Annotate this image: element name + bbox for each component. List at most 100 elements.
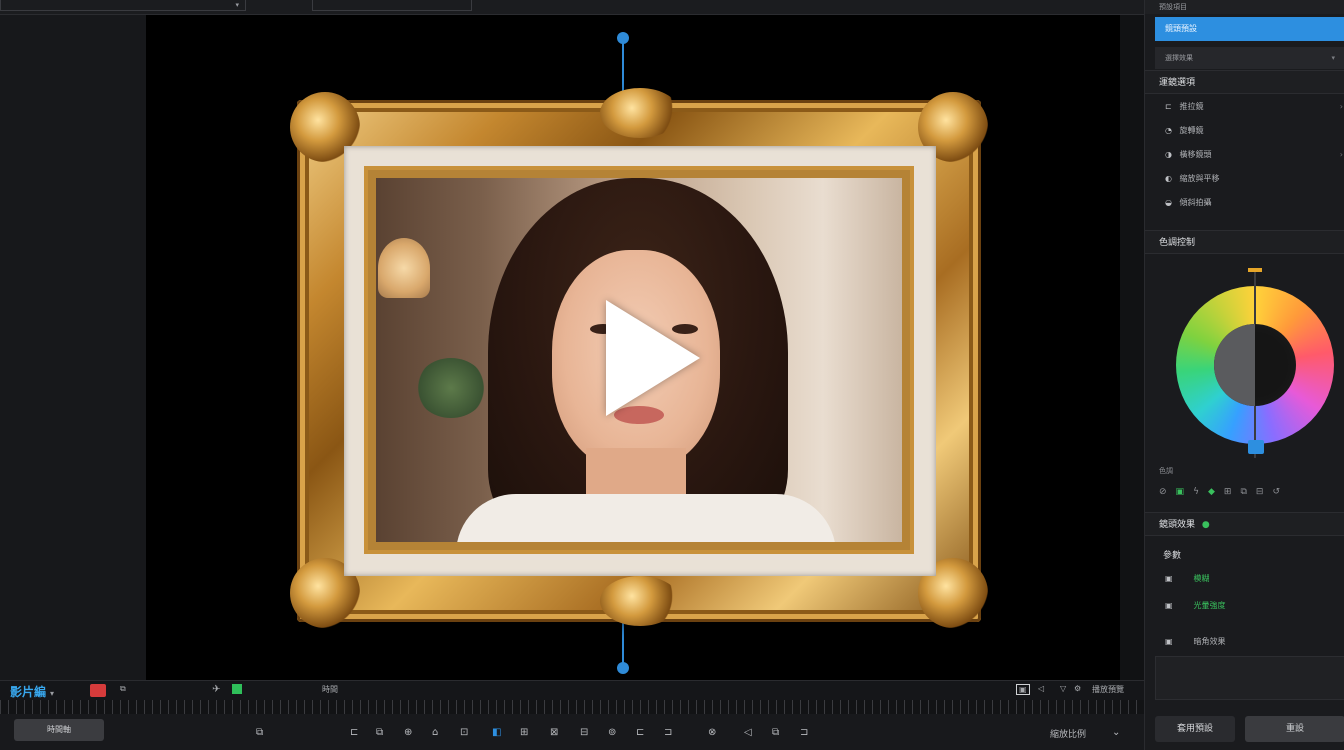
blade-icon[interactable]: ⊞ — [520, 727, 528, 738]
export-icon[interactable]: ⊐ — [800, 727, 808, 738]
camera-option-row[interactable]: ◔ 旋轉鏡 — [1165, 121, 1344, 141]
status-green-icon — [232, 684, 242, 694]
param-icon: ▣ — [1165, 601, 1173, 610]
crop-icon[interactable]: ⊏ — [636, 727, 644, 738]
pointer-icon[interactable]: ✈ — [212, 684, 220, 695]
flag-icon[interactable]: ⊐ — [664, 727, 672, 738]
lens-section-header[interactable]: 鏡頭效果 ● — [1145, 512, 1344, 536]
leaf-icon[interactable]: ◆ — [1208, 487, 1215, 497]
camera-section-header[interactable]: 運鏡選項 — [1145, 70, 1344, 94]
lens-param-row[interactable]: ▣ 暗角效果 — [1165, 632, 1344, 652]
lens-params-title: 參數 — [1163, 551, 1182, 561]
effect-dropdown[interactable]: 選擇效果 ▾ — [1155, 47, 1344, 69]
settings-icon[interactable]: ⚙ — [1074, 684, 1081, 693]
rotate-icon: ◔ — [1165, 126, 1172, 135]
lens-param-label: 暗角效果 — [1193, 637, 1226, 646]
trim-icon[interactable]: ⌂ — [432, 727, 438, 738]
fit-icon[interactable]: ▣ — [1016, 684, 1030, 695]
pan-icon: ◑ — [1165, 150, 1172, 159]
media-browser-panel — [0, 15, 147, 680]
effect-dropdown-value: 選擇效果 — [1165, 54, 1193, 62]
color-section-header[interactable]: 色調控制 — [1145, 230, 1344, 254]
guide-handle-top[interactable] — [617, 32, 629, 44]
chevron-right-icon: › — [1339, 150, 1343, 159]
preview-label: 播放預覽 — [1092, 685, 1124, 694]
timecode-label: 時間 — [322, 685, 338, 694]
snapshot-icon[interactable]: ⧉ — [120, 684, 126, 694]
chevron-down-icon[interactable]: ⌄ — [1112, 727, 1120, 738]
filter-icon[interactable]: ▽ — [1060, 684, 1066, 693]
camera-option-label: 傾斜拍攝 — [1179, 198, 1212, 207]
status-dot-icon: ● — [1201, 520, 1210, 530]
lens-param-box[interactable] — [1155, 656, 1344, 700]
apply-preset-button[interactable]: 套用預設 — [1155, 716, 1235, 742]
record-button[interactable] — [90, 684, 106, 697]
play-icon[interactable] — [606, 300, 700, 416]
camera-option-label: 縮放與平移 — [1179, 174, 1220, 183]
zoom-label: 縮放比例 — [1050, 730, 1087, 740]
wheel-label: 色調 — [1159, 467, 1173, 475]
reset-icon[interactable]: ↺ — [1272, 487, 1280, 497]
camera-option-row[interactable]: ◒ 傾斜拍攝 — [1165, 193, 1344, 213]
transport-bar: 影片編 ▾ ⧉ ✈ 時間 ▣ ◁ ▽ ⚙ 播放預覽 — [0, 680, 1144, 701]
tilt-icon: ◒ — [1165, 198, 1172, 207]
chevron-down-icon[interactable]: ▾ — [1331, 47, 1335, 69]
frame-bottom-ornament — [600, 576, 680, 626]
camera-option-label: 推拉鏡 — [1179, 102, 1204, 111]
lens-param-row[interactable]: ▣ 模糊 — [1165, 569, 1344, 589]
wheel-bottom-handle[interactable] — [1248, 440, 1264, 454]
chevron-right-icon: › — [1339, 102, 1343, 111]
camera-option-label: 橫移鏡頭 — [1179, 150, 1212, 159]
grid-icon[interactable]: ⊞ — [1224, 487, 1232, 497]
plant-shape — [416, 358, 486, 418]
wheel-top-marker[interactable] — [1248, 268, 1262, 272]
paste-icon[interactable]: ⊟ — [1256, 487, 1264, 497]
audio-track-icon[interactable]: ⊟ — [580, 727, 588, 738]
lens-section-title: 鏡頭效果 — [1159, 520, 1196, 530]
camera-option-row[interactable]: ◑ 橫移鏡頭 › — [1165, 145, 1344, 165]
color-wheel[interactable] — [1176, 268, 1334, 458]
app-brand: 影片編 ▾ — [10, 683, 54, 700]
preset-selected-item[interactable]: 鏡頭預設 — [1155, 17, 1344, 41]
panel-header: 預設項目 — [1145, 0, 1344, 14]
link-icon[interactable]: ⧉ — [376, 727, 383, 738]
timeline-button[interactable]: 時間軸 — [14, 719, 104, 741]
layers-icon[interactable]: ⧉ — [772, 727, 779, 738]
audio-icon[interactable]: ◁ — [1038, 684, 1044, 693]
select-tool-icon[interactable]: ◧ — [492, 727, 501, 738]
dolly-icon: ⊏ — [1165, 102, 1172, 111]
camera-option-row[interactable]: ⊏ 推拉鏡 › — [1165, 97, 1344, 117]
clip-icon[interactable]: ⧉ — [256, 727, 263, 738]
volume-icon[interactable]: ◁ — [744, 727, 752, 738]
app-brand-label: 影片編 — [10, 685, 47, 699]
bolt-icon[interactable]: ϟ — [1193, 487, 1199, 497]
secondary-field[interactable] — [312, 0, 472, 11]
reset-button[interactable]: 重設 — [1245, 716, 1344, 742]
shirt-shape — [456, 494, 836, 542]
top-bar: ▾ — [0, 0, 1344, 15]
chevron-down-icon[interactable]: ▾ — [50, 689, 54, 698]
speed-icon[interactable]: ⊚ — [608, 727, 616, 738]
split-icon[interactable]: ⊕ — [404, 727, 412, 738]
chevron-down-icon[interactable]: ▾ — [235, 0, 239, 11]
mute-icon[interactable]: ⊗ — [708, 727, 716, 738]
eyedropper-icon[interactable]: ⊘ — [1159, 487, 1167, 497]
zoom-icon: ◐ — [1165, 174, 1172, 183]
lens-param-label: 模糊 — [1193, 574, 1210, 583]
camera-option-row[interactable]: ◐ 縮放與平移 — [1165, 169, 1344, 189]
color-tools-row: ⊘ ▣ ϟ ◆ ⊞ ⧉ ⊟ ↺ — [1159, 484, 1339, 500]
text-icon[interactable]: ⊠ — [550, 727, 558, 738]
timeline-toolbar — [0, 714, 1144, 750]
lamp-shape — [378, 238, 430, 298]
param-icon: ▣ — [1165, 574, 1173, 583]
lens-param-row[interactable]: ▣ 光暈強度 — [1165, 596, 1344, 616]
project-field[interactable]: ▾ — [0, 0, 246, 11]
guide-handle-bottom[interactable] — [617, 662, 629, 674]
frame-top-ornament — [600, 88, 680, 138]
marker-icon[interactable]: ⊏ — [350, 727, 358, 738]
vertical-guide-bottom[interactable] — [622, 620, 624, 668]
mask-icon[interactable]: ▣ — [1176, 487, 1185, 497]
transition-icon[interactable]: ⊡ — [460, 727, 468, 738]
copy-icon[interactable]: ⧉ — [1240, 487, 1246, 497]
timeline-ruler[interactable] — [0, 700, 1144, 714]
